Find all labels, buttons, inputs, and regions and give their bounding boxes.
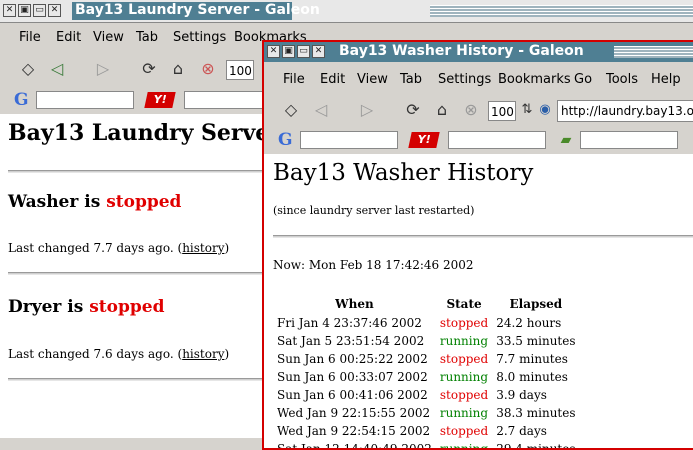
menu-tab[interactable]: Tab <box>400 72 422 87</box>
google-icon[interactable]: G <box>14 90 29 110</box>
menu-edit[interactable]: Edit <box>56 30 81 45</box>
menu-help[interactable]: Help <box>651 72 681 87</box>
menu-view[interactable]: View <box>93 30 124 45</box>
forward-icon[interactable]: ▷ <box>356 99 378 121</box>
window-title: Bay13 Laundry Server - Galeon <box>75 2 320 18</box>
yahoo-search-input[interactable] <box>184 91 264 109</box>
divider <box>8 170 268 173</box>
menu-settings[interactable]: Settings <box>173 30 226 45</box>
dictionary-search-input[interactable] <box>580 131 678 149</box>
column-header: State <box>446 297 482 311</box>
reload-icon[interactable]: ⟳ <box>138 58 160 80</box>
back-icon[interactable]: ◁ <box>310 99 332 121</box>
forward-icon[interactable]: ▷ <box>92 58 114 80</box>
shade-icon[interactable]: ▭ <box>297 45 310 58</box>
home-icon[interactable]: ⌂ <box>431 99 453 121</box>
menu-go[interactable]: Go <box>574 72 592 87</box>
dryer-history-link[interactable]: history <box>182 347 224 361</box>
menu-tools[interactable]: Tools <box>606 72 638 87</box>
table-row: Wed Jan 9 22:54:15 2002 stopped 2.7 days <box>277 424 547 438</box>
yahoo-icon[interactable]: Y! <box>408 132 440 148</box>
reload-icon[interactable]: ⟳ <box>402 99 424 121</box>
yahoo-icon[interactable]: Y! <box>144 92 176 108</box>
window-titlebar[interactable]: ✕ ▣ ▭ ✕ Bay13 Laundry Server - Galeon <box>0 0 693 23</box>
table-header-row: When State Elapsed <box>273 297 580 314</box>
table-row: Sat Jan 5 23:51:54 2002 running 33.5 minut… <box>277 334 576 348</box>
table-row: Fri Jan 4 23:37:46 2002 stopped 24.2 hours <box>277 316 562 330</box>
window-titlebar[interactable]: ✕ ▣ ▭ ✕ Bay13 Washer History - Galeon <box>264 42 693 62</box>
menu-tab[interactable]: Tab <box>136 30 158 45</box>
page-title: Bay13 Laundry Server <box>8 120 281 146</box>
maximize-icon[interactable]: ▣ <box>282 45 295 58</box>
back-icon[interactable]: ◁ <box>46 58 68 80</box>
titlebar-stripes <box>430 5 693 17</box>
zoom-field[interactable]: 100 <box>226 60 254 80</box>
divider <box>8 272 268 275</box>
divider <box>8 378 268 381</box>
site-icon: ◉ <box>539 102 551 117</box>
window-title: Bay13 Washer History - Galeon <box>339 43 584 59</box>
stop-icon[interactable]: ⊗ <box>197 58 219 80</box>
bookmark-icon[interactable]: ◇ <box>280 99 302 121</box>
divider <box>273 235 693 238</box>
zoom-field[interactable]: 100 <box>488 101 516 121</box>
bookmark-icon[interactable]: ◇ <box>17 58 39 80</box>
current-time: Now: Mon Feb 18 17:42:46 2002 <box>273 258 474 272</box>
menu-settings[interactable]: Settings <box>438 72 491 87</box>
washer-history-link[interactable]: history <box>182 241 224 255</box>
minimize-icon[interactable]: ✕ <box>48 4 61 17</box>
table-row: Sat Jan 12 14:40:49 2002running29.4 minu… <box>273 440 580 448</box>
titlebar-stripes <box>614 46 693 58</box>
column-header: Elapsed <box>509 297 563 311</box>
column-header: When <box>335 297 374 311</box>
search-toolbar: G Y! ▰ <box>264 128 693 152</box>
menu-bookmarks[interactable]: Bookmarks <box>498 72 571 87</box>
washer-heading: Washer is stopped <box>8 192 182 212</box>
dryer-last-changed: Last changed 7.6 days ago. (history) <box>8 347 230 361</box>
dryer-status: stopped <box>89 297 165 317</box>
table-row: Sun Jan 6 00:33:07 2002 running 8.0 minute… <box>277 370 568 384</box>
minimize-icon[interactable]: ✕ <box>312 45 325 58</box>
shade-icon[interactable]: ▭ <box>33 4 46 17</box>
menu-edit[interactable]: Edit <box>320 72 345 87</box>
close-icon[interactable]: ✕ <box>267 45 280 58</box>
table-row: Sun Jan 6 00:25:22 2002 stopped 7.7 minute… <box>277 352 568 366</box>
home-icon[interactable]: ⌂ <box>167 58 189 80</box>
history-table: When State Elapsed Fri Jan 4 23:37:46 20… <box>273 297 580 448</box>
washer-history-window: ✕ ▣ ▭ ✕ Bay13 Washer History - Galeon Fi… <box>262 40 693 450</box>
close-icon[interactable]: ✕ <box>3 4 16 17</box>
page-subtitle: (since laundry server last restarted) <box>273 204 475 217</box>
stop-icon[interactable]: ⊗ <box>460 99 482 121</box>
menu-view[interactable]: View <box>357 72 388 87</box>
washer-status: stopped <box>106 192 182 212</box>
nav-toolbar: ◇ ◁ ▷ ⟳ ⌂ ⊗ 100 ⇅ ◉ http://laundry.bay13… <box>264 94 693 126</box>
google-search-input[interactable] <box>300 131 398 149</box>
menu-file[interactable]: File <box>19 30 41 45</box>
page-content: Bay13 Washer History (since laundry serv… <box>264 154 693 448</box>
book-icon[interactable]: ▰ <box>555 129 577 151</box>
google-icon[interactable]: G <box>278 130 293 150</box>
yahoo-search-input[interactable] <box>448 131 546 149</box>
url-field[interactable]: http://laundry.bay13.org <box>557 100 693 122</box>
menu-bar: File Edit View Tab Settings Bookmarks Go… <box>264 68 693 90</box>
washer-last-changed: Last changed 7.7 days ago. (history) <box>8 241 230 255</box>
page-title: Bay13 Washer History <box>273 160 534 186</box>
table-row: Wed Jan 9 22:15:55 2002 running 38.3 minut… <box>277 406 576 420</box>
menu-file[interactable]: File <box>283 72 305 87</box>
table-row: Sun Jan 6 00:41:06 2002 stopped 3.9 days <box>277 388 547 402</box>
maximize-icon[interactable]: ▣ <box>18 4 31 17</box>
google-search-input[interactable] <box>36 91 134 109</box>
dryer-heading: Dryer is stopped <box>8 297 165 317</box>
